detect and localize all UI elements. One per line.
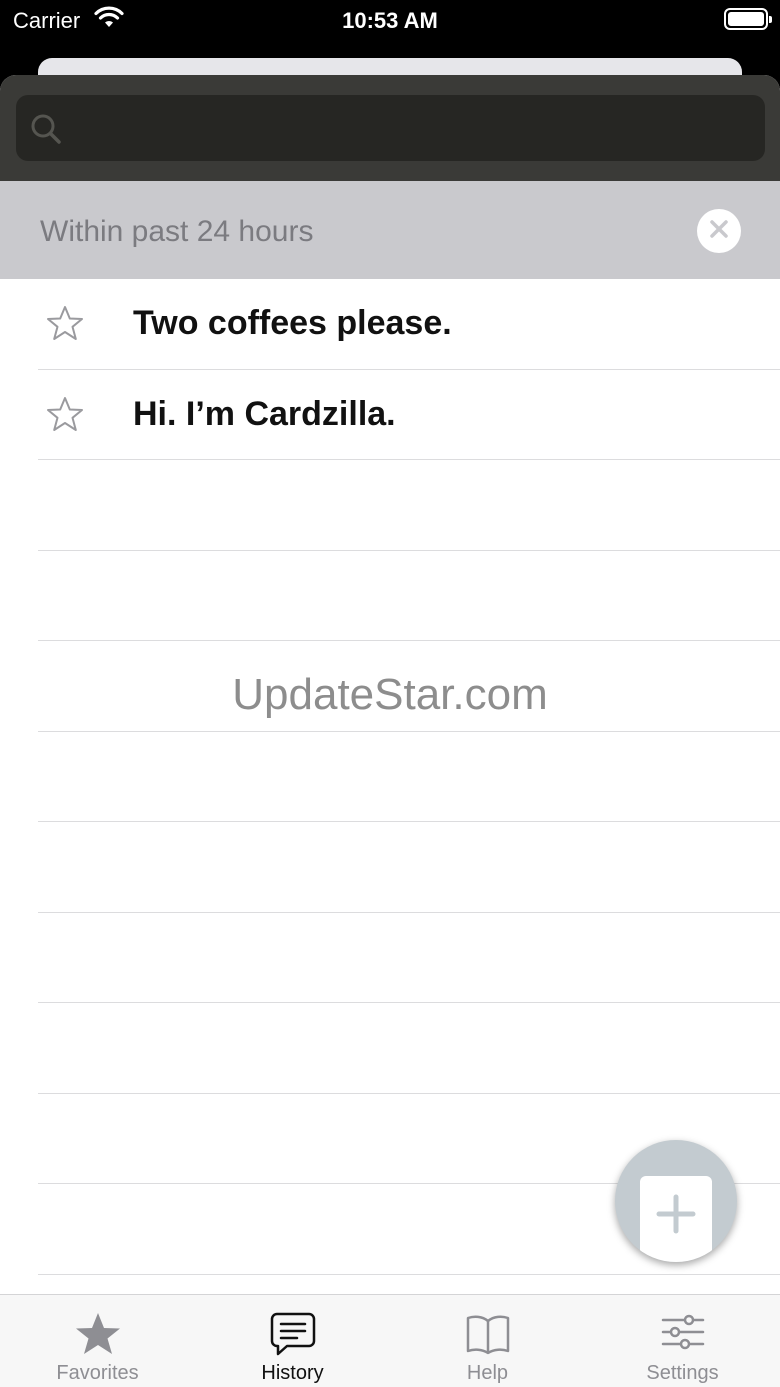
search-input[interactable] — [76, 95, 736, 161]
clear-filter-button[interactable] — [697, 209, 741, 253]
history-phrase: Hi. I’m Cardzilla. — [133, 394, 396, 433]
status-time: 10:53 AM — [342, 8, 438, 33]
history-row[interactable]: Hi. I’m Cardzilla. — [0, 370, 780, 460]
status-bar: Carrier 10:53 AM — [0, 0, 780, 58]
tab-settings-label: Settings — [646, 1362, 719, 1384]
book-icon — [464, 1311, 512, 1362]
tab-history[interactable]: History — [195, 1295, 390, 1387]
close-icon — [709, 219, 729, 244]
favorite-star-icon[interactable] — [46, 396, 84, 437]
empty-row — [0, 460, 780, 551]
search-area — [0, 75, 780, 181]
tab-help-label: Help — [466, 1362, 509, 1384]
battery-icon — [724, 8, 772, 30]
empty-row — [0, 822, 780, 913]
tab-history-label: History — [261, 1362, 324, 1384]
tab-favorites-label: Favorites — [56, 1362, 139, 1384]
tab-bar: Favorites History Help Settings — [0, 1294, 780, 1387]
plus-icon — [656, 1194, 696, 1239]
chat-bubble-icon — [269, 1311, 317, 1362]
empty-row — [0, 551, 780, 641]
tab-help[interactable]: Help — [390, 1295, 585, 1387]
add-card-button[interactable] — [615, 1140, 737, 1262]
row-divider — [38, 1273, 780, 1275]
tab-settings[interactable]: Settings — [585, 1295, 780, 1387]
watermark-text: UpdateStar.com — [232, 670, 548, 719]
search-icon — [30, 113, 62, 150]
star-icon — [74, 1311, 122, 1362]
empty-row — [0, 732, 780, 822]
filter-bar: Within past 24 hours — [0, 181, 780, 279]
tab-favorites[interactable]: Favorites — [0, 1295, 195, 1387]
history-list: Two coffees please. Hi. I’m Cardzilla. — [0, 279, 780, 1275]
history-row[interactable]: Two coffees please. — [0, 279, 780, 370]
favorite-star-icon[interactable] — [46, 305, 84, 346]
empty-row — [0, 913, 780, 1003]
filter-label: Within past 24 hours — [40, 215, 314, 248]
sliders-icon — [659, 1311, 707, 1362]
history-sheet: Within past 24 hours Two coffees please.… — [0, 75, 780, 1387]
search-field[interactable] — [16, 95, 765, 161]
empty-row — [0, 1003, 780, 1094]
history-phrase: Two coffees please. — [133, 304, 452, 342]
